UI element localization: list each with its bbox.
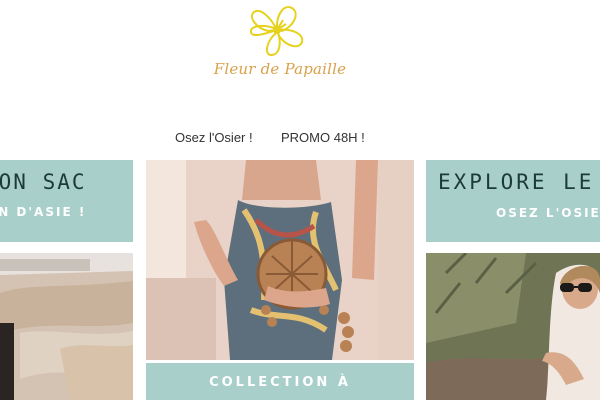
brand-name: Fleur de Papaille: [213, 60, 347, 78]
promo-card-left-photo[interactable]: [0, 253, 133, 400]
collection-button[interactable]: COLLECTION À: [146, 363, 414, 400]
nav-item-osez-osier[interactable]: Osez l'Osier !: [175, 130, 253, 145]
promo-card-right-subtitle: OSEZ L'OSIE: [496, 206, 600, 220]
nav-item-promo-48h[interactable]: PROMO 48H !: [281, 130, 365, 145]
woman-with-rattan-bag-photo: [146, 160, 414, 360]
promo-card-left-title: TON SAC: [0, 170, 87, 194]
promo-card-right[interactable]: EXPLORE LE OSEZ L'OSIE: [426, 160, 600, 242]
promo-card-right-photo[interactable]: [426, 253, 600, 400]
hibiscus-flower-icon: [250, 6, 304, 56]
collection-button-label: COLLECTION À: [209, 375, 351, 390]
promo-card-right-title: EXPLORE LE: [438, 170, 595, 194]
promo-card-left[interactable]: TON SAC ON D'ASIE !: [0, 160, 133, 242]
site-logo[interactable]: Fleur de Papaille: [0, 0, 600, 100]
featured-product-photo[interactable]: [146, 160, 414, 360]
beach-rocks-photo: [0, 253, 133, 400]
promo-card-left-subtitle: ON D'ASIE !: [0, 205, 87, 219]
woman-with-sunglasses-photo: [426, 253, 600, 400]
main-nav: Osez l'Osier ! PROMO 48H !: [0, 130, 600, 150]
